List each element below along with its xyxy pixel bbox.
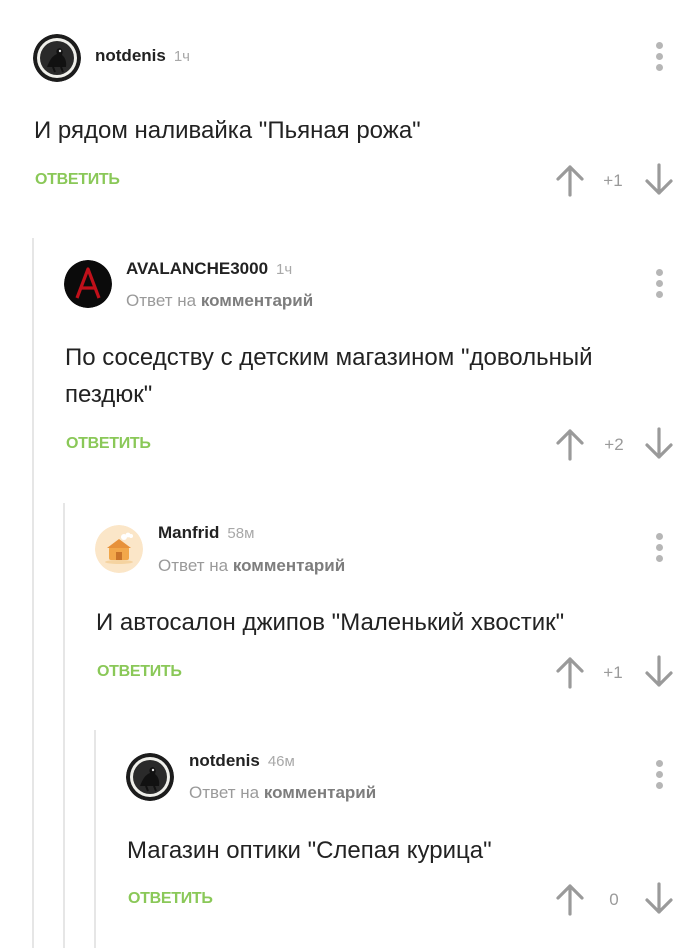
avatar[interactable] bbox=[64, 260, 112, 308]
downvote-arrow-icon[interactable] bbox=[641, 881, 677, 917]
comment-text: По соседству с детским магазином "доволь… bbox=[65, 344, 593, 408]
more-options-icon[interactable] bbox=[654, 760, 664, 790]
thread-line-level-2 bbox=[63, 503, 65, 948]
more-options-icon[interactable] bbox=[654, 269, 664, 299]
reply-button[interactable]: ОТВЕТИТЬ bbox=[97, 663, 182, 681]
avatar[interactable] bbox=[95, 525, 143, 573]
rating-count: +1 bbox=[603, 171, 623, 190]
avatar[interactable] bbox=[33, 34, 81, 82]
thread-line-level-1 bbox=[32, 238, 34, 948]
reply-to-info: Ответ на комментарий bbox=[189, 783, 377, 802]
reply-target-link[interactable]: комментарий bbox=[264, 783, 376, 802]
downvote-arrow-icon[interactable] bbox=[641, 654, 677, 690]
upvote-arrow-icon[interactable] bbox=[552, 654, 588, 690]
more-options-icon[interactable] bbox=[654, 533, 664, 563]
comment-text: И рядом наливайка "Пьяная рожа" bbox=[34, 117, 421, 144]
reply-button[interactable]: ОТВЕТИТЬ bbox=[66, 435, 151, 453]
reply-target-link[interactable]: комментарий bbox=[201, 291, 313, 310]
timestamp: 46м bbox=[267, 753, 295, 770]
timestamp: 1ч bbox=[173, 48, 191, 65]
username[interactable]: Manfrid 58м bbox=[158, 523, 254, 543]
comment-text: Магазин оптики "Слепая курица" bbox=[127, 837, 492, 864]
reply-button[interactable]: ОТВЕТИТЬ bbox=[35, 171, 120, 189]
timestamp: 58м bbox=[227, 525, 255, 542]
more-options-icon[interactable] bbox=[654, 42, 664, 72]
reply-target-link[interactable]: комментарий bbox=[233, 556, 345, 575]
rating-count: 0 bbox=[609, 890, 619, 909]
timestamp: 1ч bbox=[276, 261, 293, 278]
username[interactable]: notdenis 46м bbox=[189, 751, 295, 771]
downvote-arrow-icon[interactable] bbox=[641, 162, 677, 198]
avatar[interactable] bbox=[126, 753, 174, 801]
reply-button[interactable]: ОТВЕТИТЬ bbox=[128, 890, 213, 908]
rating-count: +2 bbox=[604, 435, 624, 454]
comment-text: И автосалон джипов "Маленький хвостик" bbox=[96, 609, 565, 636]
upvote-arrow-icon[interactable] bbox=[552, 881, 588, 917]
rating-count: +1 bbox=[603, 663, 623, 682]
reply-to-info: Ответ на комментарий bbox=[126, 291, 314, 310]
username[interactable]: AVALANCHE3000 1ч bbox=[126, 259, 292, 279]
thread-line-level-3 bbox=[94, 730, 96, 948]
username[interactable]: notdenis 1ч bbox=[95, 46, 190, 66]
upvote-arrow-icon[interactable] bbox=[552, 426, 588, 462]
downvote-arrow-icon[interactable] bbox=[641, 426, 677, 462]
reply-to-info: Ответ на комментарий bbox=[158, 556, 346, 575]
upvote-arrow-icon[interactable] bbox=[552, 162, 588, 198]
